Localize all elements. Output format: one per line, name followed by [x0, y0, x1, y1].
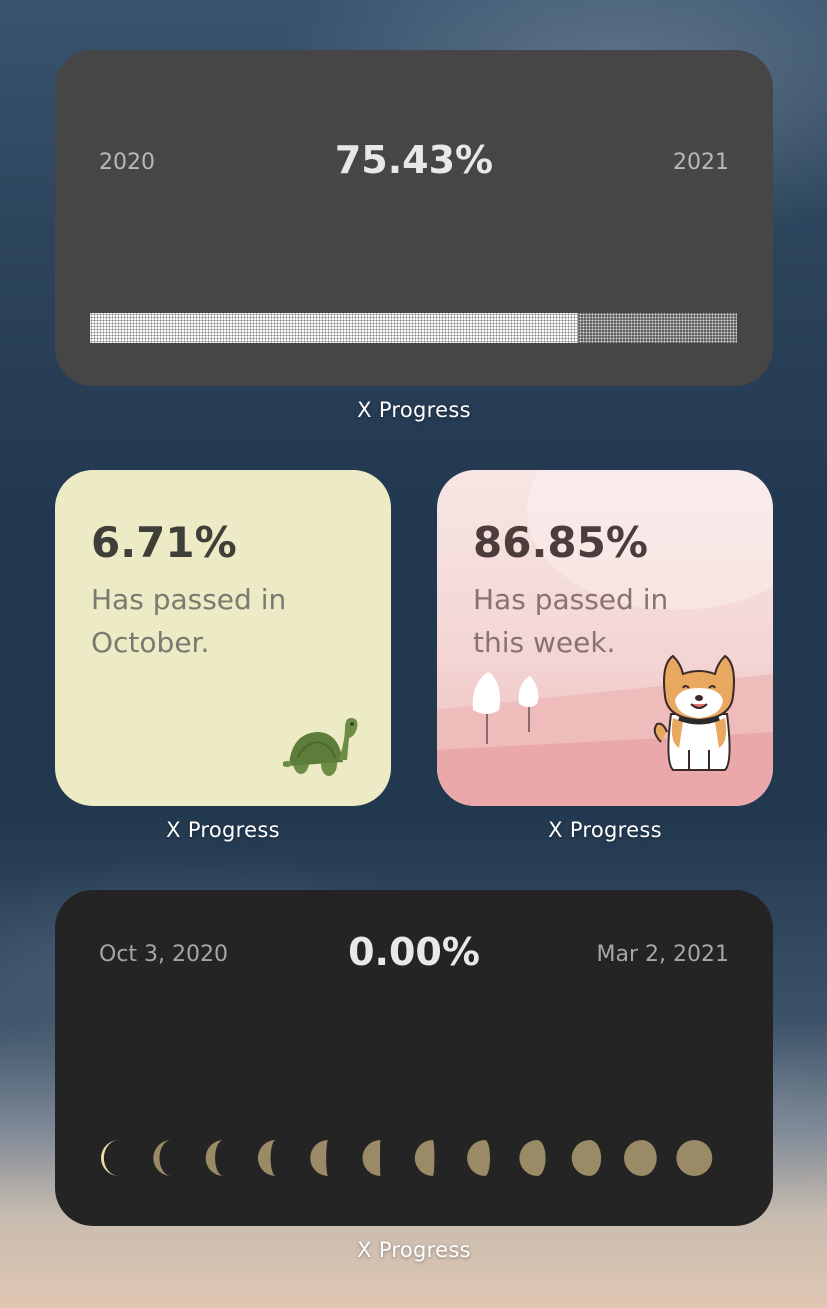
- month-desc-line1: Has passed in: [91, 583, 287, 616]
- week-desc-line1: Has passed in: [473, 583, 669, 616]
- moon-phase-icon: [414, 1140, 435, 1176]
- year-progress-bar: [90, 313, 737, 343]
- year-percent: 75.43%: [334, 138, 494, 182]
- year-end-label: 2021: [673, 150, 729, 175]
- week-desc-line2: this week.: [473, 626, 616, 659]
- moon-phase-icon: [205, 1140, 224, 1176]
- year-progress-widget[interactable]: 2020 75.43% 2021: [55, 50, 773, 386]
- year-progress-fill: [90, 313, 579, 343]
- moon-phase-icon: [101, 1140, 119, 1176]
- moon-phase-icon: [571, 1140, 602, 1176]
- month-desc-line2: October.: [91, 626, 210, 659]
- turtle-icon: [283, 718, 358, 776]
- moon-progress-widget[interactable]: Oct 3, 2020 0.00% Mar 2, 2021: [55, 890, 773, 1226]
- month-widget-caption: X Progress: [166, 818, 280, 842]
- moon-phase-icon: [257, 1140, 276, 1176]
- moon-phase-icon: [676, 1140, 713, 1176]
- month-progress-widget[interactable]: 6.71% Has passed in October.: [55, 470, 391, 806]
- moon-end-label: Mar 2, 2021: [596, 942, 729, 967]
- moon-widget-caption: X Progress: [357, 1238, 471, 1262]
- shiba-dog-icon: [653, 654, 735, 771]
- moon-phase-icon: [153, 1140, 172, 1176]
- trees-icon: [472, 672, 539, 744]
- moon-phases-row: [101, 1140, 713, 1176]
- moon-phase-icon: [519, 1140, 546, 1176]
- moon-phase-icon: [362, 1140, 381, 1176]
- moon-phase-icon: [467, 1140, 491, 1176]
- month-percent: 6.71%: [91, 518, 237, 567]
- week-widget-caption: X Progress: [548, 818, 662, 842]
- week-percent: 86.85%: [473, 518, 648, 567]
- moon-phase-icon: [310, 1140, 329, 1176]
- month-description: Has passed in October.: [91, 578, 361, 664]
- week-description: Has passed in this week.: [473, 578, 743, 664]
- week-progress-widget[interactable]: 86.85% Has passed in this week.: [437, 470, 773, 806]
- moon-phase-icon: [624, 1140, 657, 1176]
- year-widget-caption: X Progress: [357, 398, 471, 422]
